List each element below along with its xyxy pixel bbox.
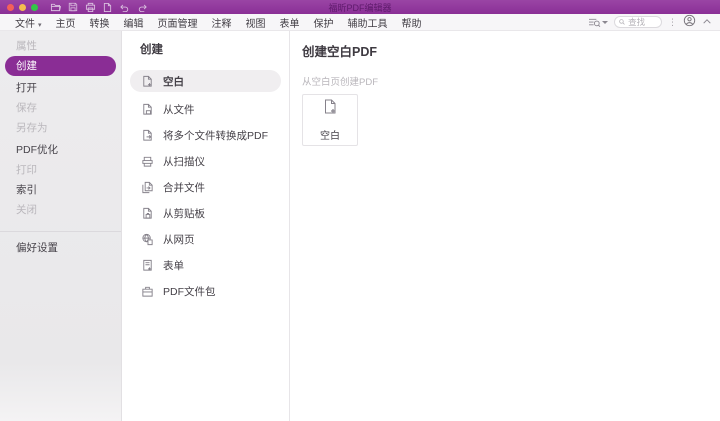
collapse-ribbon-icon[interactable] <box>702 17 712 28</box>
sidebar-item-close: 关闭 <box>16 204 37 216</box>
sidebar-item-save-as: 另存为 <box>16 122 48 134</box>
sidebar-item-index[interactable]: 索引 <box>0 180 121 200</box>
menu-view[interactable]: 视图 <box>239 15 273 30</box>
menu-page-management[interactable]: 页面管理 <box>151 15 205 30</box>
create-item-merge-files[interactable]: 合并文件 <box>122 174 289 200</box>
create-item-label: 从网页 <box>163 233 195 246</box>
title-bar: 福昕PDF编辑器 <box>0 0 720 14</box>
document-plus-icon <box>321 98 339 121</box>
create-item-label: 从剪贴板 <box>163 207 205 220</box>
create-panel: 创建 空白 从文件 将多个文件转换成PDF 从扫描仪 合并文件 从剪贴板 从网页… <box>122 31 290 421</box>
file-sidebar: 属性 创建 打开 保存 另存为 PDF优化 打印 索引 关闭 偏好设置 <box>0 31 122 421</box>
more-options-icon[interactable]: ⋮ <box>668 17 677 27</box>
menu-bar: 文件 ▾ 主页 转换 编辑 页面管理 注释 视图 表单 保护 辅助工具 帮助 查… <box>0 14 720 31</box>
create-options-list: 空白 从文件 将多个文件转换成PDF 从扫描仪 合并文件 从剪贴板 从网页 表单… <box>122 70 289 304</box>
detail-panel-subtitle: 从空白页创建PDF <box>302 77 379 88</box>
create-item-label: 从文件 <box>163 103 195 116</box>
quick-access-toolbar <box>50 2 148 13</box>
menu-convert[interactable]: 转换 <box>83 15 117 30</box>
menu-edit[interactable]: 编辑 <box>117 15 151 30</box>
quick-find-tool[interactable] <box>588 17 608 28</box>
account-icon[interactable] <box>683 14 696 30</box>
pdf-portfolio-icon <box>140 284 154 298</box>
minimize-window-button[interactable] <box>19 3 26 11</box>
sidebar-item-pdf-optimize[interactable]: PDF优化 <box>0 140 121 160</box>
search-input[interactable] <box>628 17 657 27</box>
create-item-label: 表单 <box>163 259 184 272</box>
search-box[interactable] <box>614 16 662 28</box>
redo-icon[interactable] <box>137 3 148 12</box>
create-item-label: PDF文件包 <box>163 285 216 298</box>
sidebar-item-open[interactable]: 打开 <box>0 78 121 98</box>
create-item-blank[interactable]: 空白 <box>130 70 281 92</box>
menu-help[interactable]: 帮助 <box>395 15 429 30</box>
app-window: 福昕PDF编辑器 文件 ▾ 主页 转换 编辑 页面管理 注释 视图 表单 保护 辅… <box>0 0 720 421</box>
blank-pdf-card[interactable]: 空白 <box>302 94 358 146</box>
menu-file[interactable]: 文件 ▾ <box>8 15 49 30</box>
create-item-label: 空白 <box>163 75 184 88</box>
scanner-icon <box>140 154 154 168</box>
sidebar-item-create[interactable]: 创建 <box>5 56 116 76</box>
create-item-from-clipboard[interactable]: 从剪贴板 <box>122 200 289 226</box>
backstage-view: 属性 创建 打开 保存 另存为 PDF优化 打印 索引 关闭 偏好设置 创建 空… <box>0 31 720 421</box>
menu-items: 文件 ▾ 主页 转换 编辑 页面管理 注释 视图 表单 保护 辅助工具 帮助 <box>0 15 429 30</box>
save-icon[interactable] <box>68 2 78 12</box>
search-icon <box>619 19 625 25</box>
create-item-from-file[interactable]: 从文件 <box>122 96 289 122</box>
traffic-lights <box>7 3 38 11</box>
print-icon[interactable] <box>85 2 96 12</box>
chevron-down-icon: ▾ <box>38 21 42 29</box>
menu-comment[interactable]: 注释 <box>205 15 239 30</box>
menu-form[interactable]: 表单 <box>273 15 307 30</box>
new-document-icon[interactable] <box>103 2 112 13</box>
sidebar-item-properties: 属性 <box>16 40 37 52</box>
document-from-file-icon <box>140 102 154 116</box>
create-item-pdf-portfolio[interactable]: PDF文件包 <box>122 278 289 304</box>
menu-protect[interactable]: 保护 <box>307 15 341 30</box>
undo-icon[interactable] <box>119 3 130 12</box>
create-item-label: 将多个文件转换成PDF <box>163 129 268 142</box>
create-item-combine-to-pdf[interactable]: 将多个文件转换成PDF <box>122 122 289 148</box>
menu-home[interactable]: 主页 <box>49 15 83 30</box>
merge-files-icon <box>140 180 154 194</box>
document-plus-icon <box>140 74 154 88</box>
detail-panel-title: 创建空白PDF <box>302 45 378 59</box>
sidebar-divider <box>0 231 121 232</box>
create-blank-pdf-panel: 创建空白PDF 从空白页创建PDF 空白 <box>290 31 720 421</box>
sidebar-item-save: 保存 <box>16 102 37 114</box>
form-icon <box>140 258 154 272</box>
create-panel-title: 创建 <box>140 44 163 56</box>
create-item-from-scanner[interactable]: 从扫描仪 <box>122 148 289 174</box>
blank-pdf-card-label: 空白 <box>320 131 340 142</box>
zoom-window-button[interactable] <box>31 3 38 11</box>
documents-convert-icon <box>140 128 154 142</box>
web-page-icon <box>140 232 154 246</box>
menu-right-tools: ⋮ <box>588 14 720 30</box>
clipboard-icon <box>140 206 154 220</box>
sidebar-item-print: 打印 <box>16 164 37 176</box>
create-item-label: 合并文件 <box>163 181 205 194</box>
open-file-icon[interactable] <box>50 2 61 12</box>
close-window-button[interactable] <box>7 3 14 11</box>
create-item-form[interactable]: 表单 <box>122 252 289 278</box>
caret-down-icon <box>602 20 608 24</box>
find-lines-icon <box>589 18 601 27</box>
create-item-label: 从扫描仪 <box>163 155 205 168</box>
create-item-from-webpage[interactable]: 从网页 <box>122 226 289 252</box>
menu-accessibility-tools[interactable]: 辅助工具 <box>341 15 395 30</box>
sidebar-item-preferences[interactable]: 偏好设置 <box>0 238 121 258</box>
